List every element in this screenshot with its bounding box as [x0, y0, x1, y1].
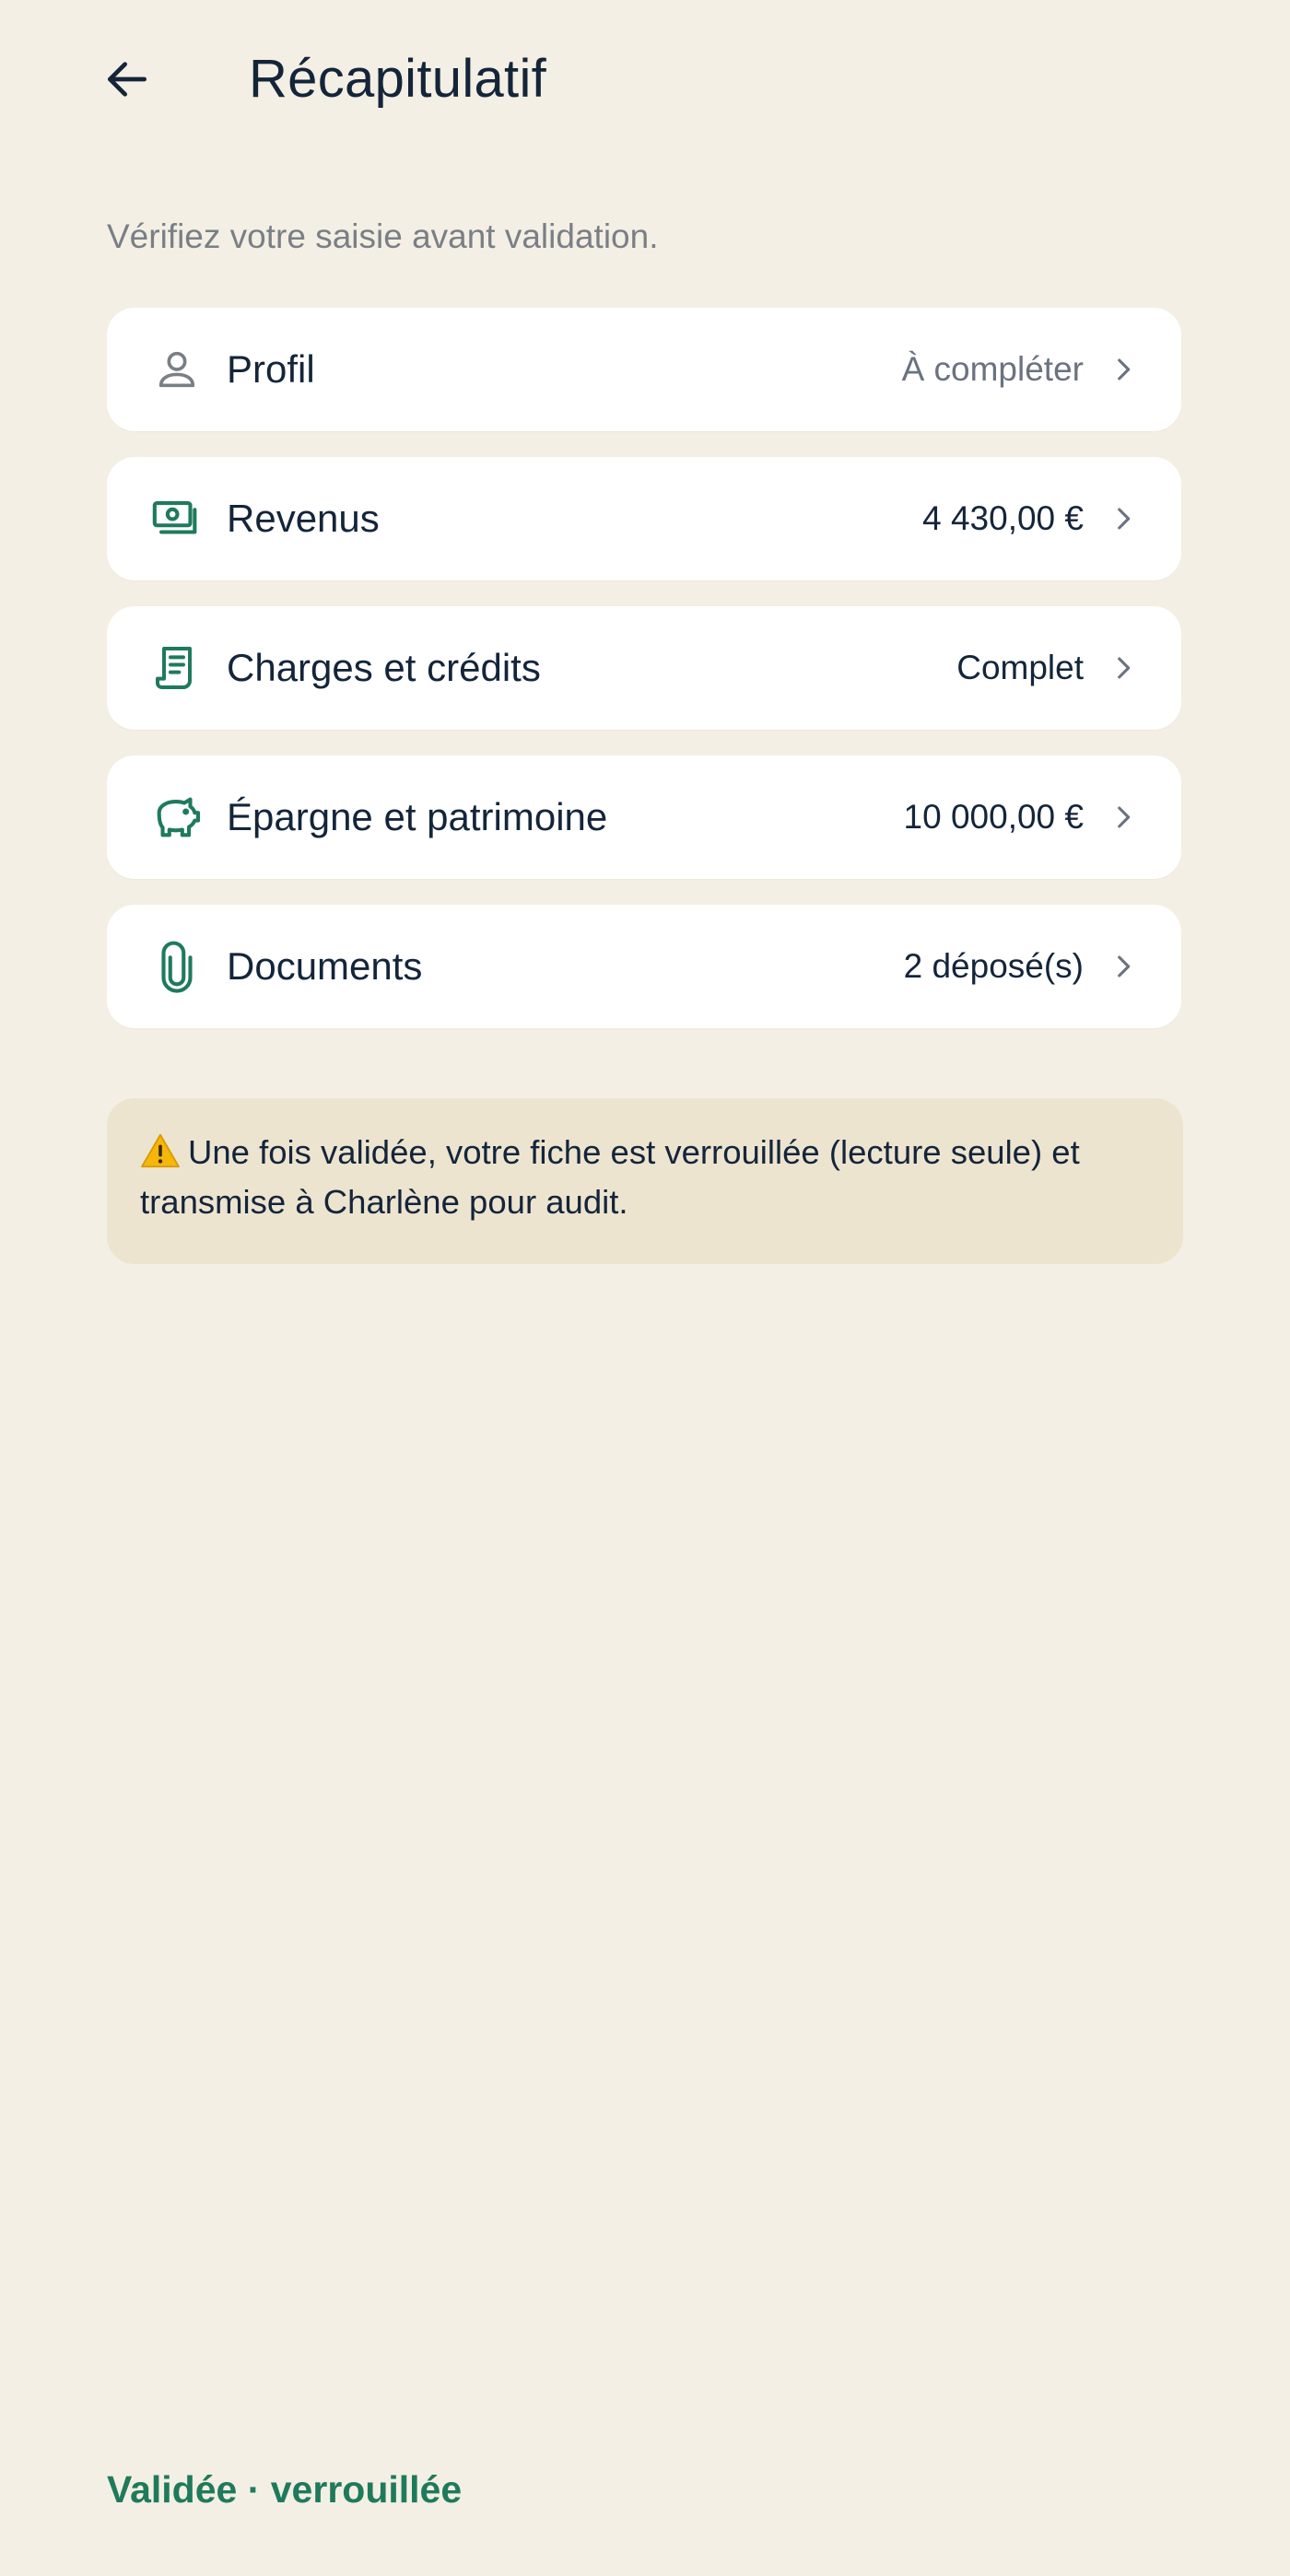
chevron-right-icon — [1118, 657, 1131, 679]
banknote-icon — [152, 501, 197, 534]
section-card-charges[interactable]: Charges et crédits Complet — [107, 606, 1181, 730]
section-card-revenus[interactable]: Revenus 4 430,00 € — [107, 457, 1181, 580]
summary-sections: Profil À compléter Revenus 4 430,00 € Ch… — [107, 308, 1181, 1054]
chevron-right-icon — [1118, 955, 1131, 978]
warning-text: Une fois validée, votre fiche est verrou… — [140, 1133, 1080, 1221]
validation-status: Validée · verrouillée — [107, 2468, 463, 2511]
section-label: Revenus — [227, 497, 380, 540]
receipt-icon — [156, 647, 192, 689]
paperclip-icon — [161, 941, 193, 993]
back-button[interactable] — [94, 46, 160, 112]
arrow-left-icon — [108, 62, 147, 97]
section-card-documents[interactable]: Documents 2 déposé(s) — [107, 905, 1181, 1028]
section-card-epargne[interactable]: Épargne et patrimoine 10 000,00 € — [107, 755, 1181, 879]
section-status: À compléter — [901, 350, 1084, 388]
chevron-right-icon — [1118, 358, 1131, 381]
section-label: Épargne et patrimoine — [227, 795, 608, 838]
page-subtitle: Vérifiez votre saisie avant validation. — [107, 217, 659, 255]
section-status: Complet — [956, 649, 1084, 686]
validation-warning-notice: Une fois validée, votre fiche est verrou… — [107, 1098, 1183, 1264]
person-icon — [158, 351, 195, 388]
warning-icon — [141, 1133, 180, 1168]
top-bar: Récapitulatif — [0, 0, 1290, 157]
section-value: 2 déposé(s) — [903, 947, 1084, 985]
section-card-profil[interactable]: Profil À compléter — [107, 308, 1181, 431]
section-value: 4 430,00 € — [922, 499, 1084, 537]
piggy-bank-icon — [157, 797, 201, 837]
chevron-right-icon — [1118, 806, 1131, 828]
page-title: Récapitulatif — [249, 49, 547, 109]
section-value: 10 000,00 € — [903, 798, 1084, 836]
chevron-right-icon — [1118, 508, 1131, 530]
section-label: Documents — [227, 944, 423, 988]
section-label: Profil — [227, 347, 315, 391]
section-label: Charges et crédits — [227, 646, 541, 689]
